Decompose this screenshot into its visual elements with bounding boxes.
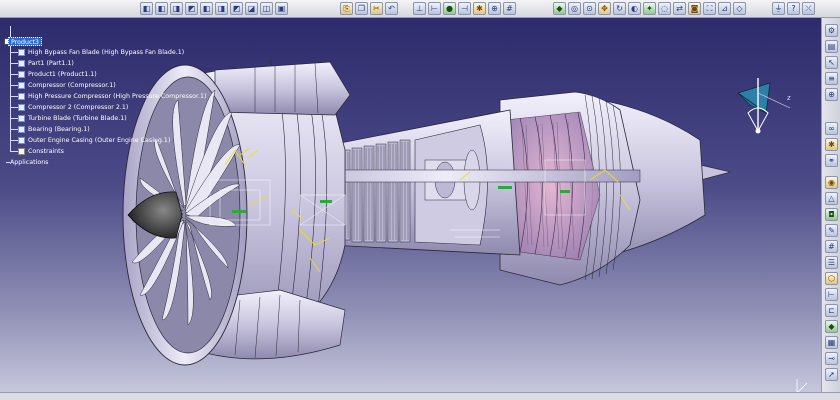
tree-item[interactable]: Constraints — [4, 146, 64, 156]
part-icon — [18, 114, 25, 122]
cube-icon[interactable]: ◪ — [245, 2, 258, 15]
zoom-icon[interactable]: ⊙ — [583, 2, 596, 15]
constraint-icon[interactable]: ⊣ — [458, 2, 471, 15]
part-icon — [18, 103, 25, 111]
gear-icon[interactable]: ✱ — [825, 138, 838, 151]
fit-icon[interactable]: ⛶ — [703, 2, 716, 15]
doc-icon[interactable]: ▤ — [825, 40, 838, 53]
rotate-icon[interactable]: ↻ — [613, 2, 626, 15]
tree-item[interactable]: Turbine Blade (Turbine Blade.1) — [4, 113, 127, 123]
clash-icon[interactable]: ✱ — [473, 2, 486, 15]
part-icon — [18, 81, 25, 89]
copy-icon[interactable]: ❐ — [355, 2, 368, 15]
compass-axis-label: z — [787, 94, 791, 102]
help-icon[interactable]: ? — [787, 2, 800, 15]
paste-icon[interactable]: ⎘ — [340, 2, 353, 15]
tree-item[interactable]: Outer Engine Casing (Outer Engine Casing… — [4, 135, 170, 145]
tree-item[interactable]: High Bypass Fan Blade (High Bypass Fan B… — [4, 47, 184, 57]
arrow-icon[interactable]: ➚ — [825, 368, 838, 381]
cube-icon[interactable]: ◩ — [185, 2, 198, 15]
cube-icon[interactable]: ◘ — [825, 208, 838, 221]
hide-icon[interactable]: ◌ — [658, 2, 671, 15]
clamp-icon[interactable]: ⊏ — [825, 304, 838, 317]
iso-icon[interactable]: ◇ — [733, 2, 746, 15]
top-toolbar: ◧ ◧ ◨ ◩ ◧ ◨ ◩ ◪ ◫ ▣ ⎘ ❐ ✂ ↶ ⊥ ⊢ ● ⊣ ✱ ⊕ … — [0, 0, 840, 18]
pan-icon[interactable]: ✥ — [598, 2, 611, 15]
cube-icon[interactable]: ◧ — [200, 2, 213, 15]
sphere-icon[interactable]: ● — [443, 2, 456, 15]
pin-icon[interactable]: ⊸ — [825, 352, 838, 365]
tree-item[interactable]: Compressor 2 (Compressor 2.1) — [4, 102, 128, 112]
snap-icon[interactable]: ⊕ — [825, 88, 838, 101]
right-toolbar: ⚙ ▤ ↖ ≡ ⊕ ∞ ✱ ⚭ ◉ △ ◘ ✎ # ☰ ⬡ ⊢ ⊏ ◆ ▦ ⊸ … — [821, 18, 840, 392]
part-icon — [18, 136, 25, 144]
fly-icon[interactable]: ◆ — [553, 2, 566, 15]
edit-toolbar: ⎘ ❐ ✂ ↶ — [340, 2, 398, 16]
cube-icon[interactable]: ◨ — [215, 2, 228, 15]
walk-icon[interactable]: ◎ — [568, 2, 581, 15]
layer-icon[interactable]: ☰ — [825, 256, 838, 269]
ruler-icon[interactable]: ⊢ — [825, 288, 838, 301]
part-icon — [18, 92, 25, 100]
cube-icon[interactable]: ◧ — [140, 2, 153, 15]
plug-icon[interactable]: ⏚ — [772, 2, 785, 15]
view-toolbar: ◧ ◧ ◨ ◩ ◧ ◨ ◩ ◪ ◫ ▣ — [140, 2, 288, 16]
cube-icon[interactable]: ◫ — [260, 2, 273, 15]
link-icon[interactable]: ⚭ — [825, 154, 838, 167]
part-icon — [18, 125, 25, 133]
cube-icon[interactable]: ▣ — [275, 2, 288, 15]
grid-icon[interactable]: # — [503, 2, 516, 15]
part-icon — [18, 59, 25, 67]
tree-item[interactable]: Product1 (Product1.1) — [4, 69, 97, 79]
exit-icon[interactable]: ⤬ — [802, 2, 815, 15]
pointer-icon[interactable]: ↖ — [825, 56, 838, 69]
axis-icon[interactable]: ⊥ — [413, 2, 426, 15]
undo-icon[interactable]: ↶ — [385, 2, 398, 15]
normal-icon[interactable]: ⊿ — [718, 2, 731, 15]
render-toolbar: ◆ ◎ ⊙ ✥ ↻ ◐ ✦ ◌ ⇄ ◙ ⛶ ⊿ ◇ — [553, 2, 746, 16]
grid-icon[interactable]: # — [825, 240, 838, 253]
analysis-toolbar: ⊥ ⊢ ● ⊣ ✱ ⊕ # — [413, 2, 516, 16]
tree-root[interactable]: Product3 — [8, 37, 42, 46]
stack-icon[interactable]: ≡ — [825, 72, 838, 85]
axis-triad — [796, 379, 808, 392]
constraints-icon — [18, 147, 25, 155]
tree-item[interactable]: Compressor (Compressor.1) — [4, 80, 116, 90]
product-icon — [18, 70, 25, 78]
shade-icon[interactable]: ◐ — [628, 2, 641, 15]
cube-icon[interactable]: ◨ — [170, 2, 183, 15]
misc-toolbar: ⏚ ? ⤬ — [772, 2, 815, 16]
cam-icon[interactable]: ◙ — [688, 2, 701, 15]
light-icon[interactable]: ✦ — [643, 2, 656, 15]
cube-icon[interactable]: ◧ — [155, 2, 168, 15]
triangle-icon[interactable]: △ — [825, 192, 838, 205]
chain-icon[interactable]: ∞ — [825, 122, 838, 135]
snap-icon[interactable]: ⊕ — [488, 2, 501, 15]
wrench-icon[interactable]: ⚙ — [825, 24, 838, 37]
bolt-icon[interactable]: ◉ — [825, 176, 838, 189]
part-icon[interactable]: ◆ — [825, 320, 838, 333]
nut-icon[interactable]: ⬡ — [825, 272, 838, 285]
tree-item[interactable]: High Pressure Compressor (High Pressure … — [4, 91, 207, 101]
spec-tree: Product3 High Bypass Fan Blade (High Byp… — [4, 18, 207, 178]
status-bar — [0, 392, 840, 400]
measure-icon[interactable]: ⊢ — [428, 2, 441, 15]
cube-icon[interactable]: ◩ — [230, 2, 243, 15]
swap-icon[interactable]: ⇄ — [673, 2, 686, 15]
part-icon — [18, 48, 25, 56]
cut-icon[interactable]: ✂ — [370, 2, 383, 15]
compass-widget[interactable]: z — [730, 73, 800, 148]
tree-item[interactable]: Part1 (Part1.1) — [4, 58, 74, 68]
brush-icon[interactable]: ✎ — [825, 224, 838, 237]
tree-item[interactable]: Bearing (Bearing.1) — [4, 124, 90, 134]
tree-item[interactable]: Applications — [0, 157, 48, 167]
assembly-icon[interactable]: ▦ — [825, 336, 838, 349]
